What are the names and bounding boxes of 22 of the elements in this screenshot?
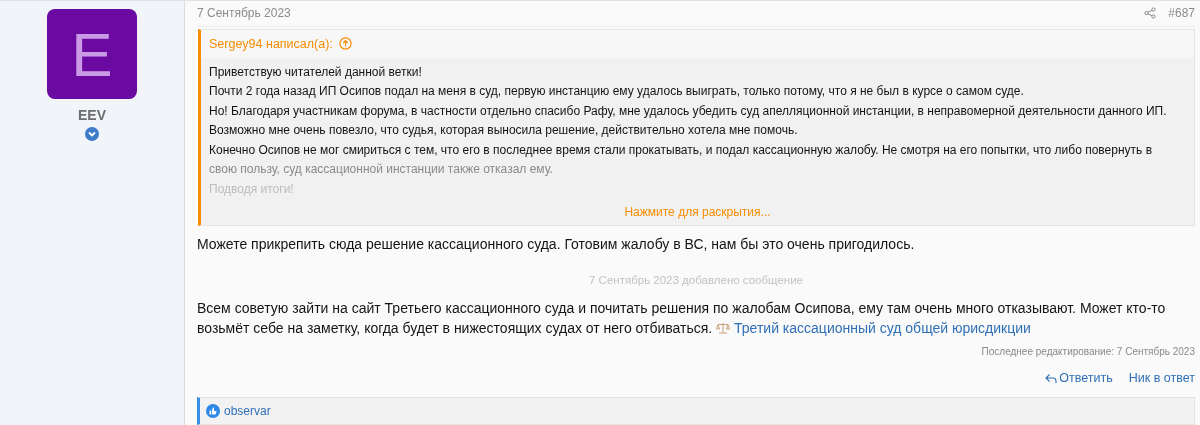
quote-text: Приветствую читателей данной ветки! [209, 63, 423, 81]
quote-text: Но! Благодаря участникам форума, в частности отдельно спасибо Рафу, мне удалось убедить суд апелляционной инстанции, в неправомерной деятельности данного ИП. [209, 102, 1168, 120]
scales-icon [716, 322, 731, 334]
reply-icon [1045, 372, 1058, 384]
last-edit-note: Последнее редактирование: 7 Сентябрь 2023 [980, 346, 1195, 357]
quote-text: свою пользу, суд кассационной инстанции также отказал ему. [209, 161, 554, 178]
court-link[interactable]: Третий кассационный суд общей юрисдикции [734, 320, 1031, 336]
quote-text: Почти 2 года назад ИП Осипов подал на меня в суд, первую инстанцию ему удалось выиграть, только потому, что я не был в курсе о самом суде. [209, 83, 1025, 100]
username[interactable]: EEV [78, 107, 106, 123]
post-text: Можете прикрепить сюда решение кассационного суда. Готовим жалобу в ВС, нам бы это очень пригодилось. [197, 235, 916, 254]
chevron-down-icon[interactable] [85, 127, 99, 141]
like-icon [206, 404, 220, 418]
post-number[interactable]: #687 [1168, 6, 1195, 21]
user-avatar[interactable]: E [47, 9, 137, 99]
reaction-user[interactable]: observar [224, 404, 271, 418]
quote-text: Конечно Осипов не мог смириться с тем, что его в последнее время стали прокатывать, и подал кассационную жалобу. Не смотря на его попытки, что либо повернуть в [209, 141, 1154, 159]
post-date[interactable]: 7 Сентябрь 2023 [197, 6, 291, 21]
mention-link[interactable]: Ник в ответ [1128, 371, 1195, 385]
quote-text: Возможно мне очень повезло, что судья, которая выносила решение, действительно хотела мне помочь. [209, 122, 799, 139]
post-text: Всем советую зайти на сайт Третьего кассационного суда и почитать решения по жалобам Осипова, ему там очень много отказывают. Может кто-то возьмёт себе на заметку, когда будет в нижестоящих судах от него отбиваться. Третий кассационный суд общей юрисдикции [197, 299, 1167, 338]
share-icon[interactable] [1144, 7, 1157, 20]
reply-link[interactable]: Ответить [1045, 371, 1113, 385]
